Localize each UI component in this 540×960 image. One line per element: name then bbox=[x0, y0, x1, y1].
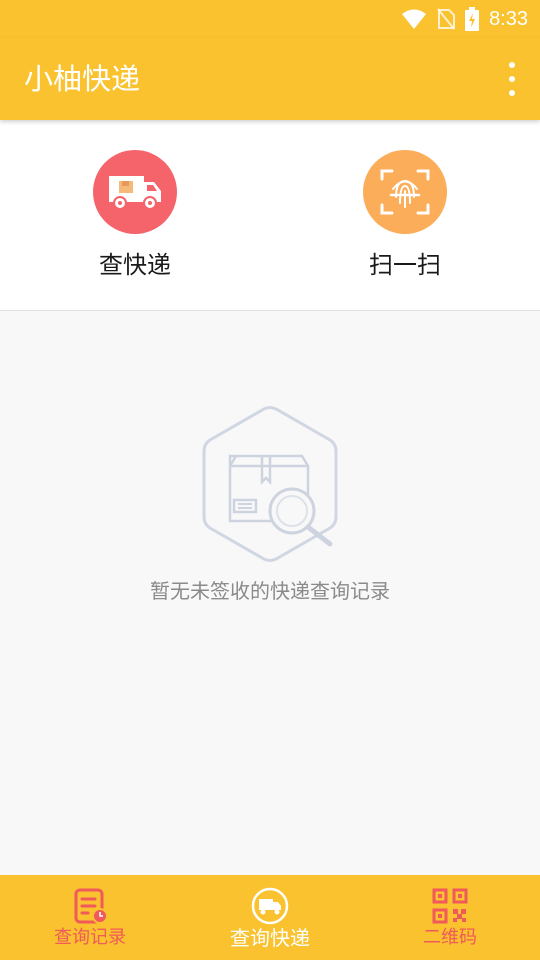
nav-label-qr: 二维码 bbox=[423, 927, 477, 948]
records-icon bbox=[74, 888, 108, 924]
battery-charging-icon bbox=[465, 7, 480, 31]
wifi-icon bbox=[402, 9, 427, 29]
query-express-button[interactable]: 查快递 bbox=[60, 150, 210, 290]
app-bar: 小柚快递 bbox=[0, 38, 540, 120]
no-sim-icon bbox=[437, 8, 456, 30]
empty-message: 暂无未签收的快递查询记录 bbox=[150, 579, 390, 603]
package-search-icon bbox=[202, 406, 338, 562]
nav-item-records[interactable]: 查询记录 bbox=[0, 875, 180, 960]
query-express-circle bbox=[93, 150, 177, 234]
nav-item-express[interactable]: 查询快递 bbox=[180, 875, 360, 960]
nav-label-express: 查询快递 bbox=[230, 926, 310, 950]
scan-circle bbox=[363, 150, 447, 234]
delivery-truck-icon bbox=[109, 176, 161, 210]
status-icons: 8:33 bbox=[401, 6, 528, 32]
query-express-label: 查快递 bbox=[99, 251, 171, 279]
scan-button[interactable]: 扫一扫 bbox=[330, 150, 480, 290]
bottom-nav: 查询记录 查询快递 二维码 bbox=[0, 875, 540, 960]
empty-state: 暂无未签收的快递查询记录 bbox=[0, 312, 540, 875]
nav-item-qr[interactable]: 二维码 bbox=[360, 875, 540, 960]
action-panel: 查快递 扫一扫 bbox=[0, 120, 540, 311]
nav-label-records: 查询记录 bbox=[54, 927, 126, 948]
status-time: 8:33 bbox=[489, 7, 528, 30]
scan-label: 扫一扫 bbox=[369, 251, 441, 279]
overflow-menu-icon[interactable] bbox=[504, 62, 520, 96]
app-title: 小柚快递 bbox=[24, 62, 141, 96]
fingerprint-scan-icon bbox=[380, 169, 430, 215]
status-bar: 8:33 bbox=[0, 0, 540, 38]
qr-code-icon bbox=[432, 888, 468, 924]
truck-circle-icon bbox=[251, 887, 289, 925]
